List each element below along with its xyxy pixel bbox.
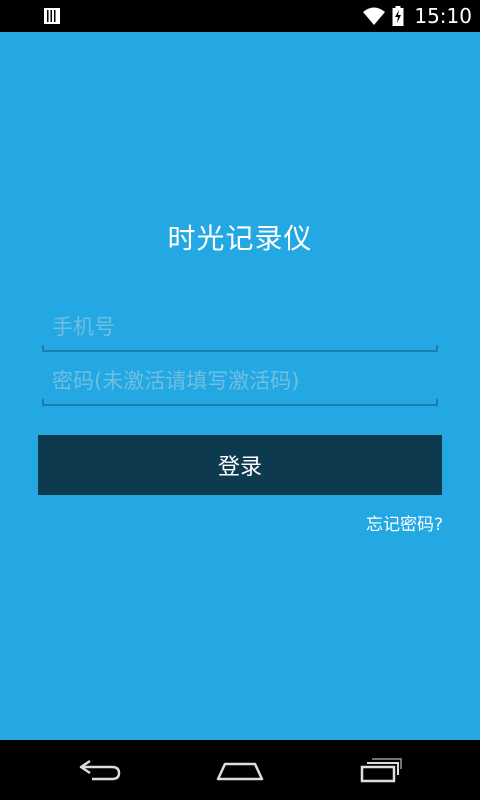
password-field-container	[42, 362, 438, 406]
home-icon	[216, 762, 264, 781]
app-title: 时光记录仪	[167, 222, 313, 255]
status-icons: 15:10	[362, 0, 472, 32]
login-screen: 时光记录仪 登录 忘记密码?	[0, 32, 480, 740]
status-bar: 15:10	[0, 0, 480, 32]
forgot-password-link[interactable]: 忘记密码?	[366, 510, 443, 535]
status-time: 15:10	[414, 4, 472, 28]
battery-charging-icon	[392, 6, 404, 26]
back-icon	[79, 759, 121, 781]
recent-apps-icon	[360, 758, 402, 783]
phone-input[interactable]	[42, 308, 438, 352]
navigation-bar	[0, 740, 480, 800]
phone-field-container	[42, 308, 438, 352]
login-button[interactable]: 登录	[38, 435, 442, 495]
wifi-icon	[363, 7, 386, 25]
password-input-underline	[42, 399, 438, 406]
back-button[interactable]	[70, 754, 130, 786]
recent-apps-button[interactable]	[350, 754, 410, 786]
sim-icon	[44, 8, 60, 24]
phone-input-underline	[42, 345, 438, 352]
home-button[interactable]	[210, 754, 270, 786]
password-input[interactable]	[42, 362, 438, 406]
